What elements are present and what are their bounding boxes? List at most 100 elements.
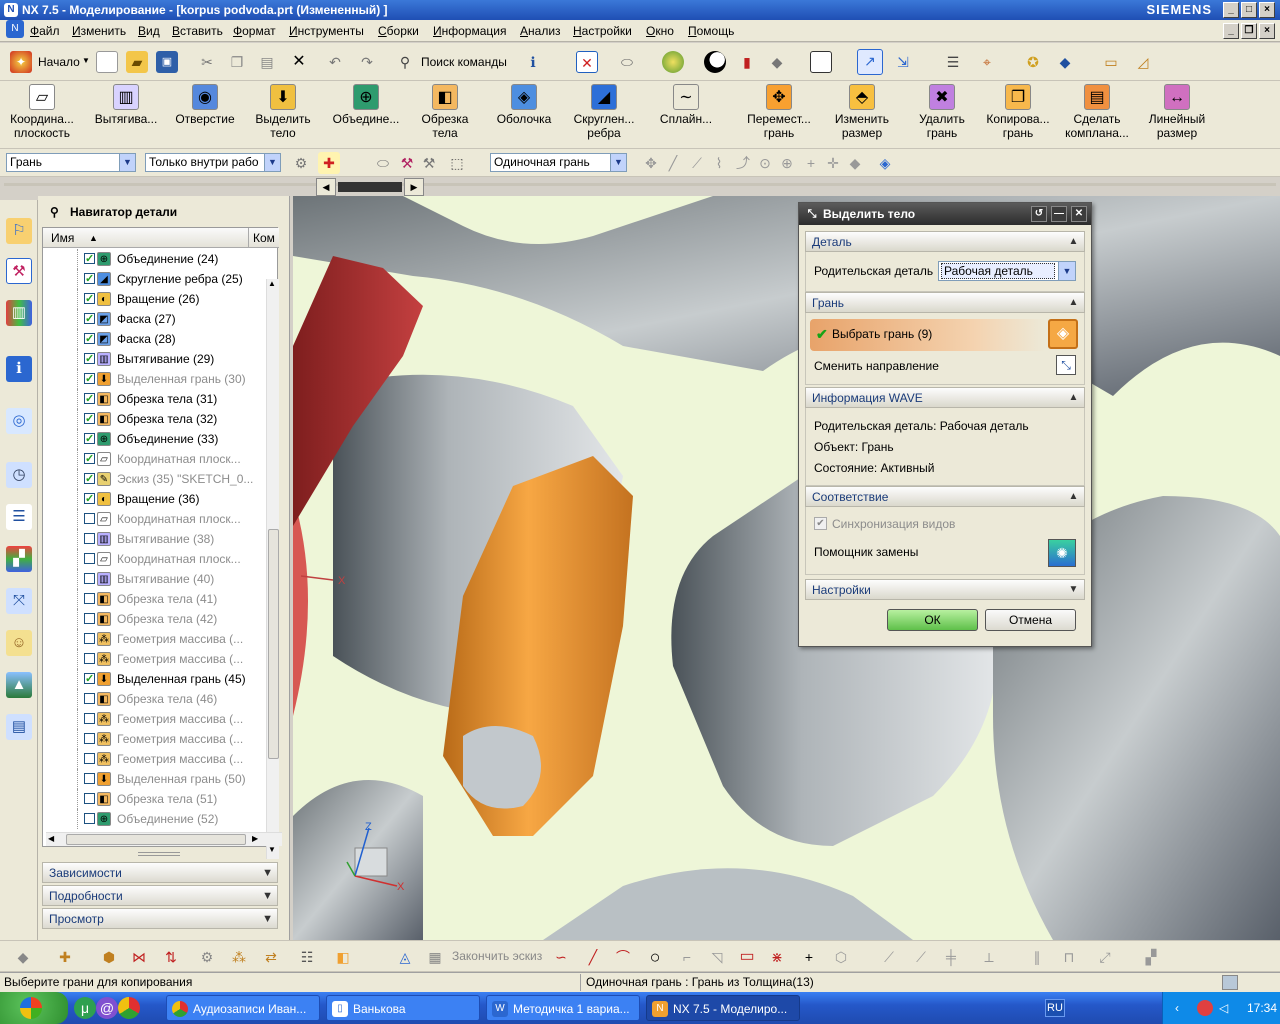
tree-row[interactable]: ◩ Фаска (27) (43, 309, 263, 329)
assembly-cut-icon[interactable]: ⚙ (196, 946, 218, 968)
tree-row[interactable]: ◧ Обрезка тела (51) (43, 789, 263, 809)
feature-button-extract-body[interactable]: ⬇ Выделить тело (244, 84, 322, 146)
tree-row[interactable]: ◢ Скругление ребра (25) (43, 269, 263, 289)
visibility-checkbox[interactable] (84, 289, 95, 309)
collapse-icon[interactable]: — (1051, 206, 1067, 222)
dimension-icon[interactable]: ⟂ (978, 946, 1000, 968)
menu-tools[interactable]: Инструменты (289, 24, 364, 38)
tray-app-icon[interactable] (1197, 1000, 1213, 1016)
tree-row[interactable]: ▱ Координатная плоск... (43, 509, 263, 529)
line-icon[interactable]: ╱ (582, 946, 604, 968)
tree-row[interactable]: ⊕ Объединение (24) (43, 249, 263, 269)
face-selection-icon[interactable]: ◈ (1048, 319, 1078, 349)
minimize-button[interactable]: _ (1223, 2, 1239, 18)
scroll-up-icon[interactable]: ▲ (268, 279, 276, 288)
profile-icon[interactable]: ∽ (550, 946, 572, 968)
visibility-checkbox[interactable] (84, 533, 95, 544)
visibility-checkbox[interactable] (84, 369, 95, 389)
snap-existing-point-icon[interactable]: ⊕ (776, 152, 798, 174)
measure-angle-icon[interactable]: ◿ (1132, 51, 1154, 73)
studio-spline-icon[interactable]: ⋇ (766, 946, 788, 968)
visibility-checkbox[interactable] (84, 653, 95, 664)
tree-row[interactable]: ▥ Вытягивание (40) (43, 569, 263, 589)
scroll-down-icon[interactable]: ▼ (268, 845, 276, 854)
section-association[interactable]: Соответствие ▲ (805, 486, 1085, 507)
model-view[interactable]: X Z X (293, 196, 1280, 940)
menu-help[interactable]: Помощь (688, 24, 734, 38)
command-finder-button[interactable]: Поиск команды (421, 55, 507, 69)
history-icon[interactable]: ◷ (6, 462, 32, 488)
web-browser-icon[interactable]: ◎ (6, 408, 32, 434)
chevron-down-icon[interactable]: ▼ (262, 909, 273, 929)
sort-ascending-icon[interactable]: ▲ (89, 228, 98, 248)
feature-button-linear-dimension[interactable]: ↔ Линейный размер (1140, 84, 1214, 146)
visibility-checkbox[interactable] (84, 633, 95, 644)
tree-horizontal-scrollbar[interactable]: ◀ ▶ (46, 832, 282, 846)
chevron-down-icon[interactable]: ▼ (1066, 582, 1081, 597)
quick-extend-icon[interactable]: ⟋ (910, 946, 932, 968)
palette-icon[interactable]: ▞ (6, 546, 32, 572)
cut-icon[interactable]: ✂ (196, 51, 218, 73)
system-scenes-icon[interactable]: ▲ (6, 672, 32, 698)
reuse-library-icon[interactable]: ▥ (6, 300, 32, 326)
visibility-checkbox[interactable] (84, 449, 95, 469)
visibility-checkbox[interactable] (84, 593, 95, 604)
show-hide-icon[interactable]: ✪ (1022, 51, 1044, 73)
column-name[interactable]: Имя (51, 228, 74, 248)
feature-button-resize-face[interactable]: ⬘ Изменить размер (826, 84, 898, 146)
feature-button-copy-face[interactable]: ❐ Копирова... грань (982, 84, 1054, 146)
visibility-checkbox[interactable] (84, 553, 95, 564)
tree-row[interactable]: ⊕ Объединение (52) (43, 809, 263, 829)
select-bodies-icon[interactable]: ⬭ (372, 152, 394, 174)
wcs-icon[interactable]: ↗ (857, 49, 883, 75)
layer-settings-icon[interactable]: ☰ (942, 51, 964, 73)
visibility-checkbox[interactable] (84, 469, 95, 489)
column-divider[interactable] (248, 228, 249, 248)
scroll-right-icon[interactable]: ▶ (252, 834, 258, 843)
menu-information[interactable]: Информация (433, 24, 506, 38)
geometric-constraints-icon[interactable]: ∥ (1026, 946, 1048, 968)
offset-curve-icon[interactable]: ⬡ (830, 946, 852, 968)
quick-trim-icon[interactable]: ⟋ (878, 946, 900, 968)
process-studio-icon[interactable]: ⤧ (6, 588, 32, 614)
visibility-checkbox[interactable] (84, 793, 95, 804)
feature-button-spline[interactable]: ∼ Сплайн... (650, 84, 722, 146)
auto-constrain-icon[interactable]: ⊓ (1058, 946, 1080, 968)
visibility-checkbox[interactable] (84, 249, 95, 269)
rectangle-select-icon[interactable]: ⬚ (446, 152, 468, 174)
section-face[interactable]: Грань ▲ (805, 292, 1085, 313)
background-color-icon[interactable] (810, 51, 832, 73)
visibility-checkbox[interactable] (84, 713, 95, 724)
chevron-down-icon[interactable]: ▼ (262, 886, 273, 906)
splitter-handle[interactable] (138, 852, 180, 856)
fillet-icon[interactable]: ⌐ (676, 946, 698, 968)
chevron-down-icon[interactable]: ▼ (262, 863, 273, 883)
tree-row[interactable]: ▥ Вытягивание (29) (43, 349, 263, 369)
parent-part-dropdown[interactable]: Рабочая деталь ▼ (938, 261, 1076, 281)
chevron-down-icon[interactable]: ▼ (264, 154, 280, 171)
feature-button-make-coplanar[interactable]: ▤ Сделать компланa... (1058, 84, 1136, 146)
visibility-checkbox[interactable] (84, 733, 95, 744)
language-indicator[interactable]: RU (1045, 999, 1065, 1017)
tree-row[interactable]: ⬇ Выделенная грань (30) (43, 369, 263, 389)
tree-row[interactable]: ⁂ Геометрия массива (... (43, 729, 263, 749)
shading-icon[interactable] (704, 51, 726, 73)
feature-button-trim-body[interactable]: ◧ Обрезка тела (410, 84, 480, 146)
measure-distance-icon[interactable]: ▭ (1100, 51, 1122, 73)
visibility-checkbox[interactable] (84, 489, 95, 509)
reset-icon[interactable]: ↺ (1031, 206, 1047, 222)
scroll-left-icon[interactable]: ◀ (48, 834, 54, 843)
taskbar-item-nx[interactable]: N NX 7.5 - Моделиро... (646, 995, 800, 1021)
visibility-checkbox[interactable] (84, 429, 95, 449)
view-orient-icon[interactable]: ⬭ (616, 51, 638, 73)
dialog-title-bar[interactable]: ⤡ Выделить тело ↺ — ✕ (799, 203, 1091, 225)
visual-analysis-icon[interactable]: ◆ (1054, 51, 1076, 73)
wireframe-icon[interactable]: ◆ (766, 51, 788, 73)
circle-icon[interactable]: ○ (644, 946, 666, 968)
open-folder-icon[interactable]: ▰ (126, 51, 148, 73)
replace-component-icon[interactable]: ⇄ (260, 946, 282, 968)
details-panel[interactable]: Подробности ▼ (42, 885, 278, 906)
tree-row[interactable]: ⁂ Геометрия массива (... (43, 629, 263, 649)
finish-sketch-label[interactable]: Закончить эскиз (452, 949, 542, 963)
visibility-checkbox[interactable] (84, 349, 95, 369)
